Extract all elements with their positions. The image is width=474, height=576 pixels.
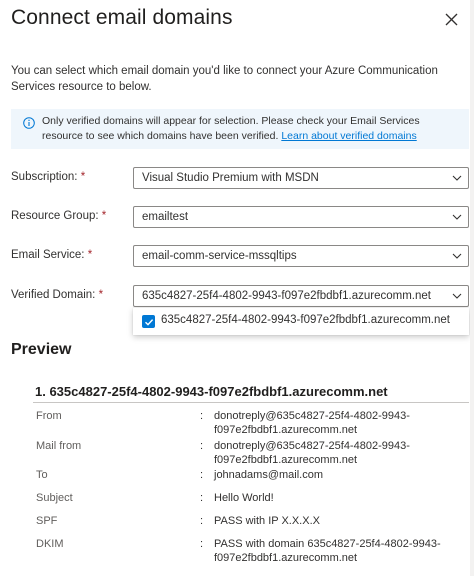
detail-separator: : (200, 538, 204, 550)
verified-domain-label: Verified Domain: * (11, 289, 104, 301)
panel-title: Connect email domains (11, 6, 233, 29)
detail-key: From (36, 410, 62, 422)
preview-domain-title: 1. 635c4827-25f4-4802-9943-f097e2fbdbf1.… (35, 384, 388, 399)
detail-separator: : (200, 515, 204, 527)
detail-value: Hello World! (214, 492, 274, 504)
required-marker: * (87, 249, 93, 261)
info-message-bar: Only verified domains will appear for se… (11, 109, 469, 149)
detail-key: To (36, 469, 48, 481)
detail-value: donotreply@635c4827-25f4-4802-9943- f097… (214, 410, 410, 436)
chevron-down-icon (452, 214, 462, 220)
detail-key: SPF (36, 515, 58, 527)
resource-group-row: Resource Group: * emailtest (0, 206, 474, 228)
detail-key: DKIM (36, 538, 64, 550)
resource-group-value: emailtest (142, 211, 189, 223)
divider (33, 402, 469, 403)
preview-heading: Preview (11, 341, 72, 358)
checkmark-icon (144, 318, 153, 326)
chevron-down-icon (452, 253, 462, 259)
detail-separator: : (200, 492, 204, 504)
connect-email-domains-panel: Connect email domains You can select whi… (0, 0, 474, 576)
verified-domain-value: 635c4827-25f4-4802-9943-f097e2fbdbf1.azu… (142, 290, 431, 302)
resource-group-dropdown[interactable]: emailtest (133, 206, 469, 228)
detail-key: Subject (36, 492, 73, 504)
chevron-down-icon (452, 175, 462, 181)
required-marker: * (80, 171, 86, 183)
verified-domain-options-list: 635c4827-25f4-4802-9943-f097e2fbdbf1.azu… (133, 308, 469, 335)
detail-key: Mail from (36, 440, 82, 452)
detail-value: PASS with domain 635c4827-25f4-4802-9943… (214, 538, 441, 564)
close-icon (445, 13, 457, 25)
detail-value: donotreply@635c4827-25f4-4802-9943- f097… (214, 440, 410, 466)
info-icon (23, 117, 35, 129)
intro-text: You can select which email domain you'd … (11, 65, 438, 93)
subscription-row: Subscription: * Visual Studio Premium wi… (0, 167, 474, 189)
detail-value: johnadams@mail.com (214, 469, 323, 481)
verified-domain-option[interactable]: 635c4827-25f4-4802-9943-f097e2fbdbf1.azu… (133, 308, 469, 335)
resource-group-label: Resource Group: * (11, 210, 107, 222)
required-marker: * (98, 289, 104, 301)
verified-domain-dropdown[interactable]: 635c4827-25f4-4802-9943-f097e2fbdbf1.azu… (133, 285, 469, 307)
required-marker: * (101, 210, 107, 222)
option-label: 635c4827-25f4-4802-9943-f097e2fbdbf1.azu… (161, 314, 450, 326)
email-service-dropdown[interactable]: email-comm-service-mssqltips (133, 245, 469, 267)
email-service-label: Email Service: * (11, 249, 93, 261)
detail-separator: : (200, 410, 204, 422)
learn-verified-domains-link[interactable]: Learn about verified domains (281, 130, 416, 142)
detail-separator: : (200, 440, 204, 452)
close-button[interactable] (442, 10, 460, 28)
email-service-row: Email Service: * email-comm-service-mssq… (0, 245, 474, 267)
verified-domain-row: Verified Domain: * 635c4827-25f4-4802-99… (0, 285, 474, 307)
subscription-label: Subscription: * (11, 171, 86, 183)
detail-value: PASS with IP X.X.X.X (214, 515, 320, 527)
panel-scrollbar[interactable] (470, 0, 474, 576)
detail-separator: : (200, 469, 204, 481)
chevron-down-icon (452, 293, 462, 299)
email-service-value: email-comm-service-mssqltips (142, 250, 297, 262)
option-checkbox[interactable] (142, 315, 155, 328)
subscription-value: Visual Studio Premium with MSDN (142, 172, 319, 184)
subscription-dropdown[interactable]: Visual Studio Premium with MSDN (133, 167, 469, 189)
